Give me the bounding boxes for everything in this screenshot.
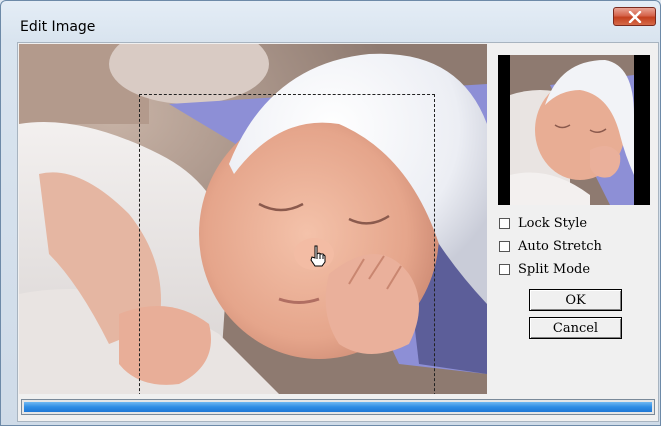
- image-preview: [498, 55, 650, 205]
- lock-style-option[interactable]: Lock Style: [499, 215, 587, 231]
- progress-fill: [24, 402, 652, 412]
- image-canvas[interactable]: [19, 44, 487, 394]
- close-button[interactable]: [613, 7, 656, 26]
- ok-button[interactable]: OK: [529, 289, 622, 311]
- preview-image: [510, 55, 634, 205]
- progress-bar: [21, 399, 655, 415]
- hand-cursor-icon: [309, 245, 327, 271]
- window-title: Edit Image: [20, 19, 96, 35]
- cancel-button[interactable]: Cancel: [529, 317, 622, 339]
- lock-style-label: Lock Style: [518, 215, 588, 231]
- close-icon: [628, 10, 641, 23]
- title-bar[interactable]: Edit Image: [1, 1, 660, 41]
- split-mode-label: Split Mode: [518, 261, 591, 277]
- crop-selection-rectangle[interactable]: [139, 94, 435, 394]
- auto-stretch-checkbox[interactable]: [499, 240, 510, 252]
- split-mode-option[interactable]: Split Mode: [499, 261, 590, 277]
- auto-stretch-label: Auto Stretch: [518, 238, 602, 254]
- lock-style-checkbox[interactable]: [499, 217, 510, 229]
- split-mode-checkbox[interactable]: [499, 263, 510, 275]
- auto-stretch-option[interactable]: Auto Stretch: [499, 238, 602, 254]
